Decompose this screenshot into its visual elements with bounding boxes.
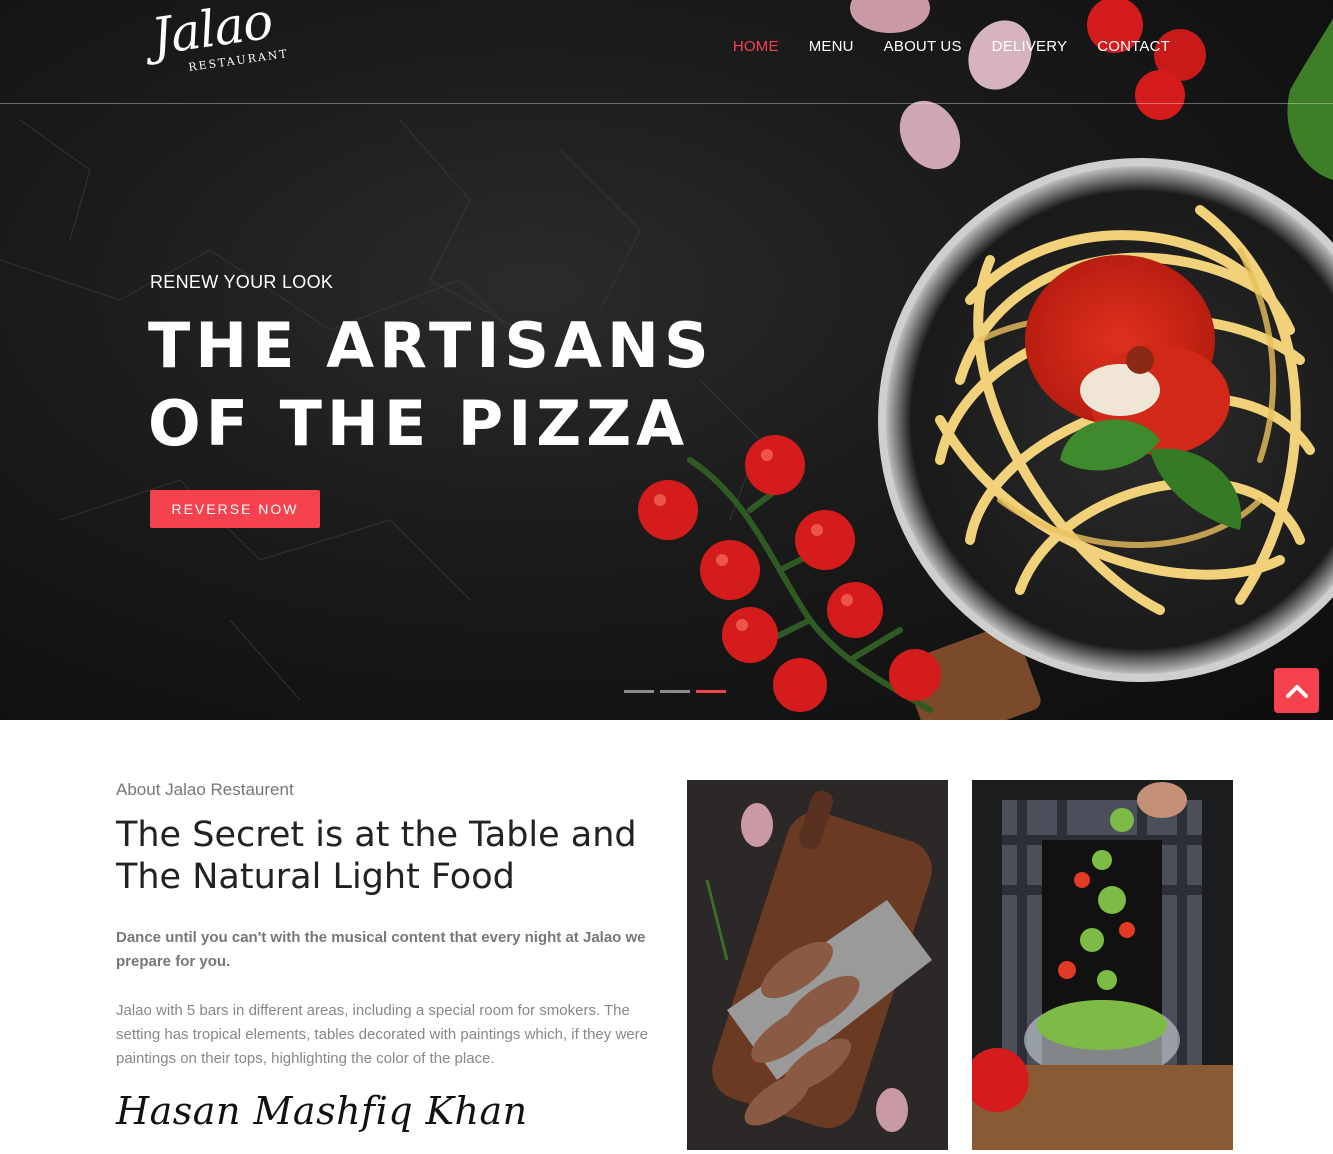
nav-item-menu[interactable]: MENU <box>809 38 854 55</box>
about-kicker: About Jalao Restaurent <box>116 780 294 799</box>
slider-dot-2[interactable] <box>660 690 690 693</box>
top-navbar: Jalao RESTAURANT HOME MENU ABOUT US DELI… <box>0 0 1333 104</box>
about-title-line-1: The Secret is at the Table and <box>116 815 637 855</box>
about-body-text: Jalao with 5 bars in different areas, in… <box>116 1002 648 1067</box>
hero-headline-line-2: OF THE PIZZA <box>148 387 690 460</box>
hero-headline-line-1: THE ARTISANS <box>148 309 714 382</box>
about-lead-text: Dance until you can't with the musical c… <box>116 929 646 970</box>
cherry-tomatoes-image <box>638 435 941 713</box>
nav-item-home[interactable]: HOME <box>733 38 779 55</box>
hero-headline: THE ARTISANS OF THE PIZZA <box>148 307 714 463</box>
salad-chef-photo <box>972 780 1233 1150</box>
hero-eyebrow: RENEW YOUR LOOK <box>150 272 334 292</box>
chevron-up-icon <box>1285 684 1308 698</box>
signature: Hasan Mashfiq Khan <box>116 1089 528 1133</box>
about-section: About Jalao Restaurent The Secret is at … <box>116 780 661 1133</box>
nav-item-about-us[interactable]: ABOUT US <box>884 38 962 55</box>
about-title-line-2: The Natural Light Food <box>116 857 515 897</box>
slider-dot-3[interactable] <box>696 690 726 693</box>
slider-pagination <box>624 690 726 693</box>
about-title: The Secret is at the Table and The Natur… <box>116 814 661 898</box>
steak-photo <box>687 780 948 1150</box>
nav-item-delivery[interactable]: DELIVERY <box>992 38 1068 55</box>
main-nav: HOME MENU ABOUT US DELIVERY CONTACT <box>733 38 1170 55</box>
logo[interactable]: Jalao RESTAURANT <box>148 0 291 88</box>
reverse-now-button[interactable]: REVERSE NOW <box>150 490 320 528</box>
hero-slider: Jalao RESTAURANT HOME MENU ABOUT US DELI… <box>0 0 1333 720</box>
nav-item-contact[interactable]: CONTACT <box>1097 38 1170 55</box>
slider-dot-1[interactable] <box>624 690 654 693</box>
scroll-to-top-button[interactable] <box>1274 668 1319 713</box>
hero-text: RENEW YOUR LOOK THE ARTISANS OF THE PIZZ… <box>148 272 714 463</box>
